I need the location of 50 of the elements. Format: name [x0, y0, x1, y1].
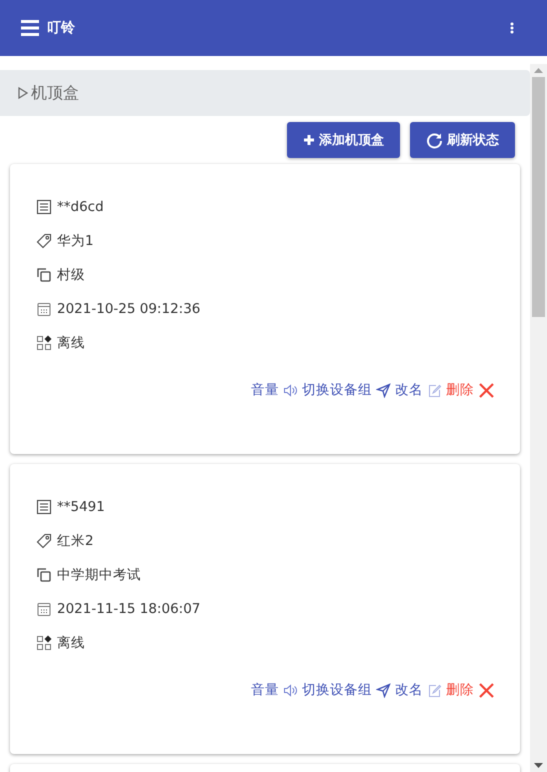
tag-icon [36, 533, 52, 549]
section-header[interactable]: 机顶盒 [0, 70, 530, 116]
device-time: 2021-11-15 18:06:07 [57, 601, 200, 617]
section-title: 机顶盒 [31, 82, 79, 104]
device-group: 村级 [57, 266, 85, 284]
refresh-button[interactable]: 刷新状态 [410, 122, 515, 158]
scrollbar[interactable] [530, 64, 547, 772]
send-icon[interactable] [376, 682, 391, 698]
expand-icon [18, 87, 28, 99]
copy-icon [36, 567, 52, 583]
close-icon[interactable] [478, 682, 495, 698]
device-serial: **d6cd [57, 199, 104, 215]
apps-icon [36, 635, 52, 651]
close-icon[interactable] [478, 382, 495, 398]
device-time: 2021-10-25 09:12:36 [57, 301, 200, 317]
apps-icon [36, 335, 52, 351]
menu-icon[interactable] [21, 20, 39, 36]
rename-link[interactable]: 改名 [395, 381, 423, 399]
tag-icon [36, 233, 52, 249]
scroll-down-icon[interactable] [534, 763, 543, 768]
device-serial: **5491 [57, 499, 105, 515]
rename-link[interactable]: 改名 [395, 681, 423, 699]
device-status: 离线 [57, 334, 85, 352]
volume-link[interactable]: 音量 [251, 681, 279, 699]
more-options-icon[interactable] [510, 22, 514, 34]
delete-link[interactable]: 删除 [446, 681, 474, 699]
edit-icon[interactable] [427, 682, 442, 698]
scroll-up-icon[interactable] [534, 68, 543, 73]
add-button[interactable]: 添加机顶盒 [287, 122, 400, 158]
scrollbar-thumb[interactable] [532, 77, 545, 317]
copy-icon [36, 267, 52, 283]
device-status: 离线 [57, 634, 85, 652]
device-group: 中学期中考试 [57, 566, 141, 584]
speaker-icon[interactable] [283, 682, 298, 698]
device-name: 华为1 [57, 232, 94, 250]
document-icon [36, 199, 52, 215]
edit-icon[interactable] [427, 382, 442, 398]
device-name: 红米2 [57, 532, 94, 550]
speaker-icon[interactable] [283, 382, 298, 398]
app-title: 叮铃 [47, 19, 76, 37]
calendar-icon [36, 601, 52, 617]
volume-link[interactable]: 音量 [251, 381, 279, 399]
plus-icon [303, 134, 315, 146]
switch-group-link[interactable]: 切换设备组 [302, 681, 372, 699]
send-icon[interactable] [376, 382, 391, 398]
calendar-icon [36, 301, 52, 317]
refresh-icon [426, 132, 443, 148]
document-icon [36, 499, 52, 515]
switch-group-link[interactable]: 切换设备组 [302, 381, 372, 399]
delete-link[interactable]: 删除 [446, 381, 474, 399]
